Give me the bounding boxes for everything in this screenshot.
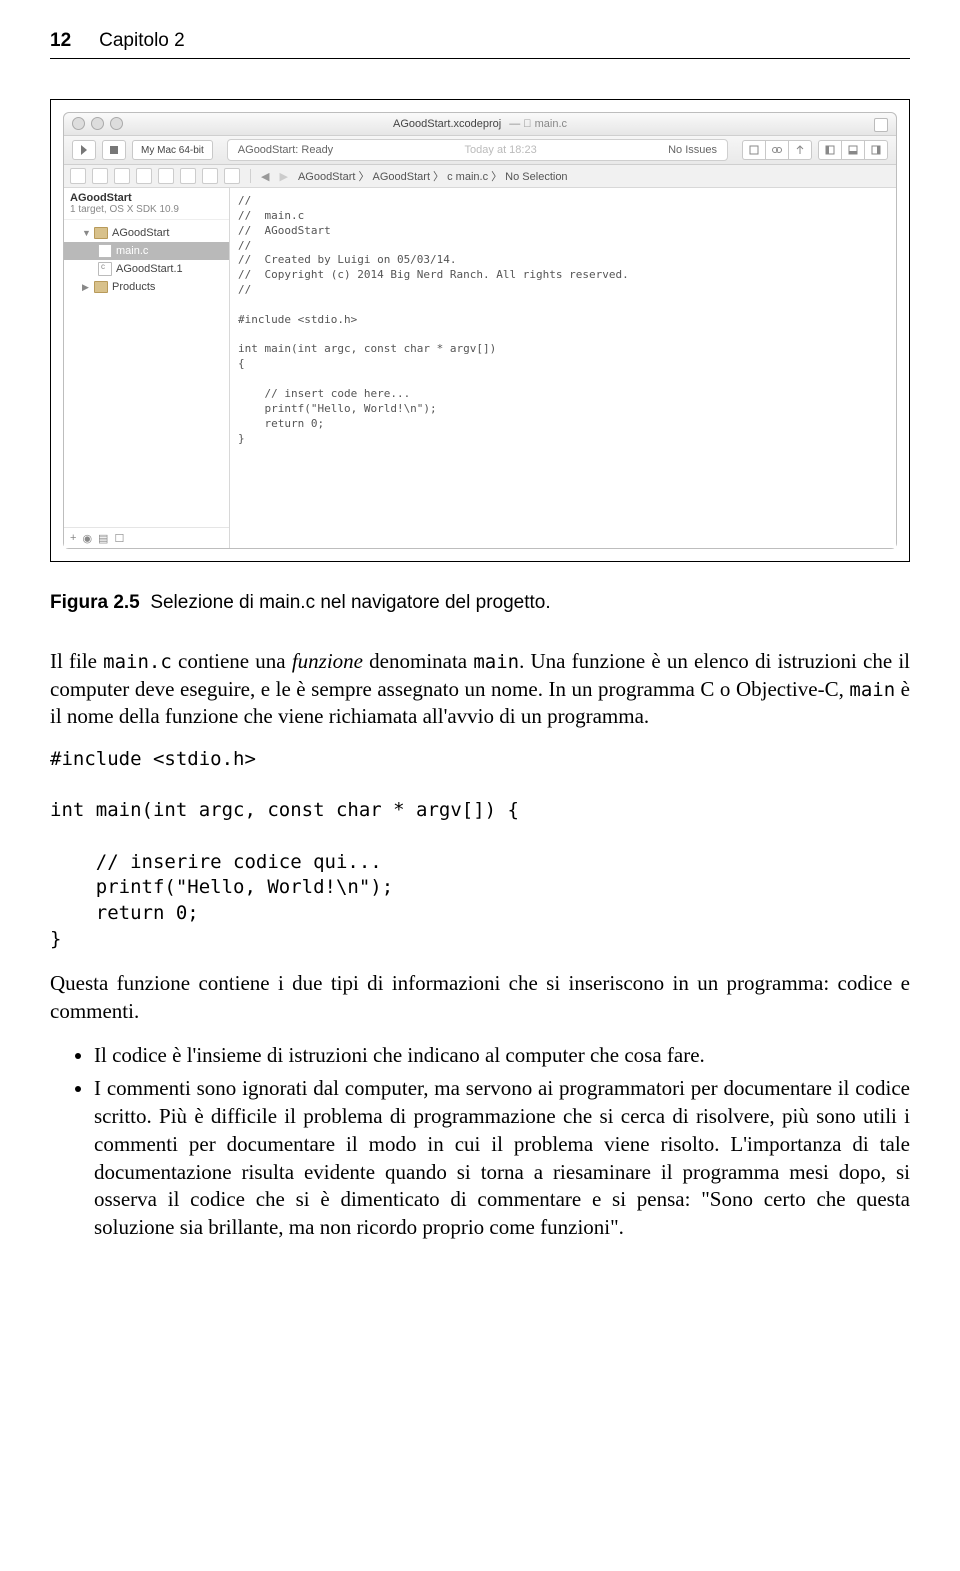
- filter-scm-icon[interactable]: ▤: [98, 532, 108, 545]
- list-item: Il codice è l'insieme di istruzioni che …: [94, 1042, 910, 1070]
- window-title: AGoodStart.xcodeproj: [393, 118, 501, 130]
- inline-code: main: [473, 651, 519, 673]
- filter-box-icon[interactable]: ☐: [114, 532, 124, 545]
- tree-products[interactable]: ▶ Products: [64, 278, 229, 296]
- project-sub: 1 target, OS X SDK 10.9: [70, 204, 223, 215]
- bottom-panel-toggle[interactable]: [841, 140, 864, 160]
- status-left: AGoodStart: Ready: [238, 144, 333, 156]
- panel-toggle-group: [818, 140, 888, 160]
- sidebar-footer: + ◉ ▤ ☐: [64, 527, 229, 548]
- project-heading[interactable]: AGoodStart 1 target, OS X SDK 10.9: [64, 188, 229, 220]
- file-label: main.c: [116, 245, 148, 257]
- figure-caption: Figura 2.5 Selezione di main.c nel navig…: [50, 592, 910, 614]
- italic-term: funzione: [292, 649, 363, 673]
- minimize-dot[interactable]: [91, 117, 104, 130]
- page-header: 12 Capitolo 2: [50, 30, 910, 52]
- text: denominata: [363, 649, 473, 673]
- zoom-dot[interactable]: [110, 117, 123, 130]
- bullet-list: Il codice è l'insieme di istruzioni che …: [50, 1042, 910, 1242]
- editor-mode-group: [742, 140, 812, 160]
- disclosure-triangle-icon[interactable]: ▼: [82, 228, 90, 238]
- code-editor[interactable]: // // main.c // AGoodStart // // Created…: [230, 188, 896, 548]
- version-editor-button[interactable]: [788, 140, 812, 160]
- stop-button[interactable]: [102, 140, 126, 160]
- nav-test-icon[interactable]: [158, 168, 174, 184]
- folder-icon: [94, 227, 108, 239]
- list-item: I commenti sono ignorati dal computer, m…: [94, 1075, 910, 1241]
- file-tree: ▼ AGoodStart main.c AGoodStart.1: [64, 220, 229, 527]
- tree-file-mainc[interactable]: main.c: [64, 242, 229, 260]
- caption-text: Selezione di main.c nel navigatore del p…: [150, 592, 550, 613]
- paragraph-1: Il file main.c contiene una funzione den…: [50, 648, 910, 731]
- code-listing: #include <stdio.h> int main(int argc, co…: [50, 747, 910, 952]
- jump-fwd-icon[interactable]: ▶: [279, 170, 287, 183]
- workspace: AGoodStart 1 target, OS X SDK 10.9 ▼ AGo…: [64, 188, 896, 548]
- status-right: No Issues: [668, 144, 717, 156]
- project-name: AGoodStart: [70, 192, 223, 204]
- jump-back-icon[interactable]: ◀: [261, 170, 269, 183]
- assistant-editor-button[interactable]: [765, 140, 788, 160]
- inline-code: main: [849, 679, 895, 701]
- left-panel-toggle[interactable]: [818, 140, 841, 160]
- nav-search-icon[interactable]: [114, 168, 130, 184]
- file-label: AGoodStart.1: [116, 263, 183, 275]
- play-icon: [81, 145, 87, 155]
- maximize-icon[interactable]: [874, 118, 888, 132]
- file-icon: [98, 262, 112, 276]
- nav-breakpoint-icon[interactable]: [202, 168, 218, 184]
- text: Il file: [50, 649, 103, 673]
- stop-icon: [110, 146, 118, 154]
- window-titlebar: AGoodStart.xcodeproj — 󰈙 main.c: [64, 113, 896, 136]
- folder-icon: [94, 281, 108, 293]
- page-number: 12: [50, 30, 71, 52]
- nav-debug-icon[interactable]: [180, 168, 196, 184]
- nav-report-icon[interactable]: [224, 168, 240, 184]
- tree-folder[interactable]: ▼ AGoodStart: [64, 224, 229, 242]
- status-mid: Today at 18:23: [465, 144, 537, 156]
- run-button[interactable]: [72, 140, 96, 160]
- close-dot[interactable]: [72, 117, 85, 130]
- breadcrumb[interactable]: AGoodStart 〉 AGoodStart 〉 c main.c 〉 No …: [298, 168, 568, 184]
- text: contiene una: [172, 649, 292, 673]
- navigator-icons: [70, 168, 240, 184]
- window-title-sub: — 󰈙 main.c: [509, 118, 567, 130]
- scheme-selector[interactable]: My Mac 64-bit: [132, 140, 213, 160]
- c-file-icon: [98, 244, 112, 258]
- tabstrip-separator: [250, 169, 251, 183]
- nav-symbol-icon[interactable]: [92, 168, 108, 184]
- chapter-label: Capitolo 2: [99, 30, 185, 52]
- traffic-lights: [72, 117, 123, 130]
- header-rule: [50, 58, 910, 59]
- filter-recent-icon[interactable]: ◉: [82, 532, 92, 545]
- add-icon[interactable]: +: [70, 532, 76, 544]
- folder-label: Products: [112, 281, 155, 293]
- page: 12 Capitolo 2 AGoodStart.xcodeproj — 󰈙 m…: [0, 0, 960, 1288]
- xcode-window: AGoodStart.xcodeproj — 󰈙 main.c My Mac 6…: [63, 112, 897, 549]
- nav-issue-icon[interactable]: [136, 168, 152, 184]
- toolbar: My Mac 64-bit AGoodStart: Ready Today at…: [64, 136, 896, 165]
- caption-label: Figura 2.5: [50, 592, 140, 613]
- figure-frame: AGoodStart.xcodeproj — 󰈙 main.c My Mac 6…: [50, 99, 910, 562]
- right-panel-toggle[interactable]: [864, 140, 888, 160]
- status-bar: AGoodStart: Ready Today at 18:23 No Issu…: [227, 139, 728, 161]
- folder-label: AGoodStart: [112, 227, 169, 239]
- standard-editor-button[interactable]: [742, 140, 765, 160]
- navigator-tabstrip: ◀ ▶ AGoodStart 〉 AGoodStart 〉 c main.c 〉…: [64, 165, 896, 188]
- inline-code: main.c: [103, 651, 172, 673]
- disclosure-triangle-icon[interactable]: ▶: [82, 282, 90, 293]
- nav-project-icon[interactable]: [70, 168, 86, 184]
- tree-file-man[interactable]: AGoodStart.1: [64, 260, 229, 278]
- project-navigator: AGoodStart 1 target, OS X SDK 10.9 ▼ AGo…: [64, 188, 230, 548]
- paragraph-2: Questa funzione contiene i due tipi di i…: [50, 970, 910, 1025]
